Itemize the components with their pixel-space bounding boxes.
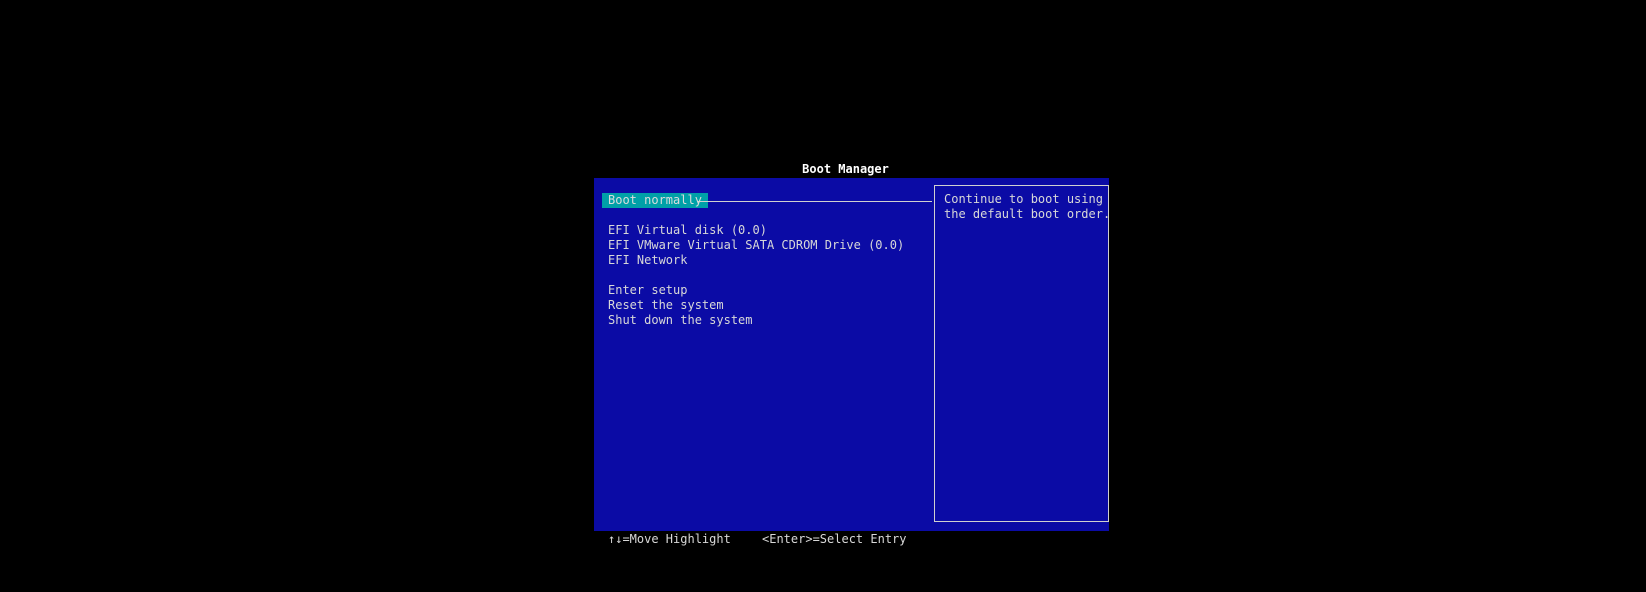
footer-move-hint: ↑↓=Move Highlight: [608, 532, 731, 546]
menu-item-enter-setup[interactable]: Enter setup: [608, 283, 687, 298]
help-text-line: the default boot order.: [944, 207, 1111, 221]
menu-separator-line: [698, 201, 932, 202]
menu-item-efi-sata-cdrom[interactable]: EFI VMware Virtual SATA CDROM Drive (0.0…: [608, 238, 904, 253]
menu-item-efi-network[interactable]: EFI Network: [608, 253, 687, 268]
menu-item-reset-system[interactable]: Reset the system: [608, 298, 724, 313]
help-panel: Continue to boot using the default boot …: [934, 185, 1111, 522]
menu-item-boot-normally[interactable]: Boot normally: [602, 193, 708, 208]
boot-manager-title: Boot Manager: [802, 162, 889, 176]
footer-select-hint: <Enter>=Select Entry: [762, 532, 907, 546]
boot-manager-panel: Boot normally EFI Virtual disk (0.0) EFI…: [594, 178, 1111, 531]
menu-item-efi-virtual-disk[interactable]: EFI Virtual disk (0.0): [608, 223, 767, 238]
boot-menu: Boot normally EFI Virtual disk (0.0) EFI…: [594, 178, 934, 531]
menu-item-shut-down-system[interactable]: Shut down the system: [608, 313, 753, 328]
help-text-line: Continue to boot using: [944, 192, 1103, 206]
